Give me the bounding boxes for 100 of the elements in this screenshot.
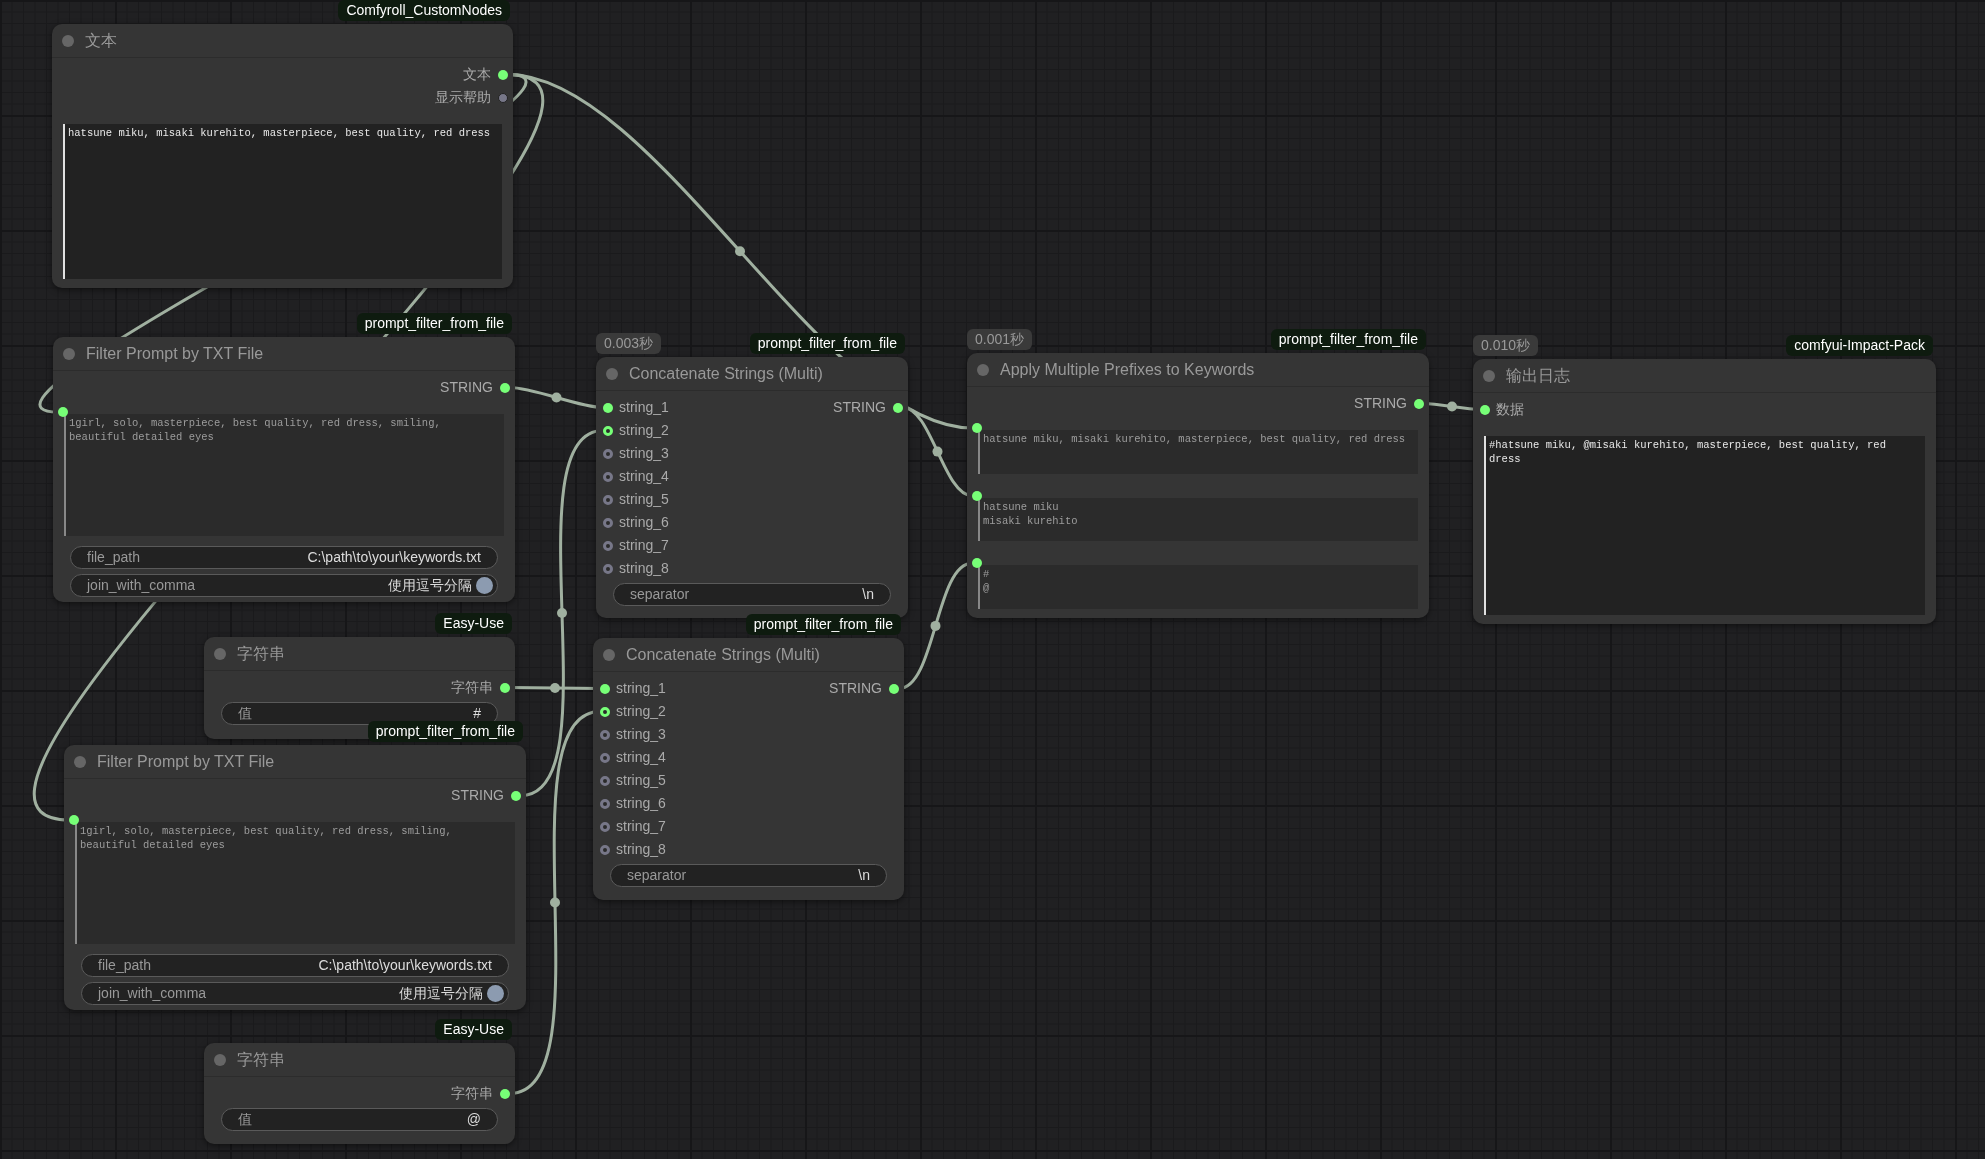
input-label: string_5 (619, 490, 669, 509)
input-label: string_2 (619, 421, 669, 440)
input-label: string_8 (619, 559, 669, 578)
input-slot-icon[interactable] (603, 540, 613, 551)
input-slot-icon[interactable] (69, 815, 79, 825)
text-area[interactable]: 1girl, solo, masterpiece, best quality, red dress, smiling, beautiful detailed eyes (75, 822, 515, 944)
node-source-badge: Easy-Use (435, 1019, 512, 1040)
output-label: STRING (1354, 394, 1407, 413)
node-source-badge: Easy-Use (435, 613, 512, 634)
output-slot-icon[interactable] (498, 69, 508, 80)
output-slot-icon[interactable] (511, 790, 521, 801)
text-area[interactable]: 1girl, solo, masterpiece, best quality, red dress, smiling, beautiful detailed eyes (64, 414, 504, 536)
toggle-switch[interactable]: join_with_comma 使用逗号分隔 (70, 574, 498, 597)
field-label: 值 (238, 1110, 252, 1129)
input-label: string_3 (616, 725, 666, 744)
node-title: Apply Multiple Prefixes to Keywords (1000, 359, 1255, 380)
text-field[interactable]: separator \n (610, 864, 887, 887)
input-slot-icon[interactable] (603, 563, 613, 574)
input-label: string_6 (619, 513, 669, 532)
field-label: join_with_comma (98, 984, 207, 1003)
node-title: Filter Prompt by TXT File (97, 751, 275, 772)
input-slot-icon[interactable] (972, 490, 982, 501)
input-label: 数据 (1496, 400, 1524, 419)
input-label: string_7 (616, 817, 666, 836)
input-label: string_4 (619, 467, 669, 486)
node-title: 输出日志 (1506, 365, 1570, 386)
text-field[interactable]: 值 @ (221, 1108, 498, 1131)
field-label: file_path (87, 548, 140, 567)
field-label: 值 (238, 704, 252, 723)
text-field[interactable]: file_path C:\path\to\your\keywords.txt (70, 546, 498, 569)
node-source-badge: prompt_filter_from_file (745, 614, 901, 635)
input-slot-icon[interactable] (1480, 404, 1490, 415)
field-value: # (473, 704, 481, 723)
input-slot-icon[interactable] (603, 517, 613, 528)
execution-time-badge: 0.003秒 (596, 333, 662, 354)
output-label: STRING (440, 378, 493, 397)
field-value: C:\path\to\your\keywords.txt (307, 548, 481, 567)
field-value: \n (862, 585, 874, 604)
input-label: string_5 (616, 771, 666, 790)
field-value: C:\path\to\your\keywords.txt (318, 956, 492, 975)
output-slot-icon[interactable] (1414, 398, 1424, 409)
input-slot-icon[interactable] (600, 683, 610, 694)
output-slot-icon[interactable] (500, 682, 510, 693)
toggle-label: 使用逗号分隔 (399, 984, 483, 1003)
text-area[interactable]: hatsune miku, misaki kurehito, masterpiece, best quality, red dress (978, 430, 1418, 474)
input-label: string_2 (616, 702, 666, 721)
node-source-badge: prompt_filter_from_file (367, 721, 523, 742)
output-slot-icon[interactable] (500, 382, 510, 393)
node-source-badge: prompt_filter_from_file (749, 333, 905, 354)
text-area[interactable]: hatsune miku misaki kurehito (978, 497, 1418, 542)
node-source-badge: prompt_filter_from_file (356, 313, 512, 334)
output-label: 文本 (463, 65, 491, 84)
toggle-switch[interactable]: join_with_comma 使用逗号分隔 (81, 982, 509, 1005)
text-field[interactable]: file_path C:\path\to\your\keywords.txt (81, 954, 509, 977)
input-label: string_4 (616, 748, 666, 767)
input-slot-icon[interactable] (972, 558, 982, 569)
input-slot-icon[interactable] (600, 729, 610, 740)
input-slot-icon[interactable] (603, 402, 613, 413)
text-area[interactable]: #hatsune miku, @misaki kurehito, masterpiece, best quality, red dress (1484, 436, 1925, 615)
output-label: STRING (833, 398, 886, 417)
input-slot-icon[interactable] (972, 423, 982, 433)
input-slot-icon[interactable] (58, 407, 68, 417)
output-slot-icon[interactable] (500, 1088, 510, 1099)
input-slot-icon[interactable] (600, 752, 610, 763)
execution-time-badge: 0.001秒 (967, 329, 1033, 350)
output-label: STRING (829, 679, 882, 698)
output-label: 显示帮助 (435, 88, 491, 107)
input-slot-icon[interactable] (600, 821, 610, 832)
input-slot-icon[interactable] (603, 494, 613, 505)
input-slot-icon[interactable] (600, 775, 610, 786)
output-slot-icon[interactable] (889, 683, 899, 694)
input-slot-icon[interactable] (603, 448, 613, 459)
output-label: 字符串 (451, 678, 493, 697)
text-area[interactable]: hatsune miku, misaki kurehito, masterpiece, best quality, red dress (63, 124, 502, 279)
field-value: @ (466, 1110, 481, 1129)
field-label: separator (630, 585, 690, 604)
execution-time-badge: 0.010秒 (1473, 335, 1539, 356)
field-label: separator (627, 866, 687, 885)
input-label: string_8 (616, 840, 666, 859)
node-title: 文本 (85, 30, 117, 51)
node-source-badge: Comfyroll_CustomNodes (338, 0, 510, 21)
input-label: string_6 (616, 794, 666, 813)
output-label: STRING (451, 786, 504, 805)
field-label: join_with_comma (87, 576, 196, 595)
field-label: file_path (98, 956, 151, 975)
text-field[interactable]: separator \n (613, 583, 891, 606)
output-slot-icon[interactable] (893, 402, 903, 413)
input-label: string_1 (619, 398, 669, 417)
input-label: string_1 (616, 679, 666, 698)
input-slot-icon[interactable] (603, 471, 613, 482)
text-field[interactable]: 值 # (221, 702, 498, 725)
node-source-badge: comfyui-Impact-Pack (1786, 335, 1933, 356)
input-slot-icon[interactable] (600, 844, 610, 855)
node-title: Concatenate Strings (Multi) (629, 363, 823, 384)
toggle-label: 使用逗号分隔 (388, 576, 472, 595)
text-area[interactable]: # @ (978, 565, 1418, 609)
input-label: string_3 (619, 444, 669, 463)
node-title: 字符串 (237, 1049, 285, 1070)
output-label: 字符串 (451, 1084, 493, 1103)
input-slot-icon[interactable] (600, 798, 610, 809)
